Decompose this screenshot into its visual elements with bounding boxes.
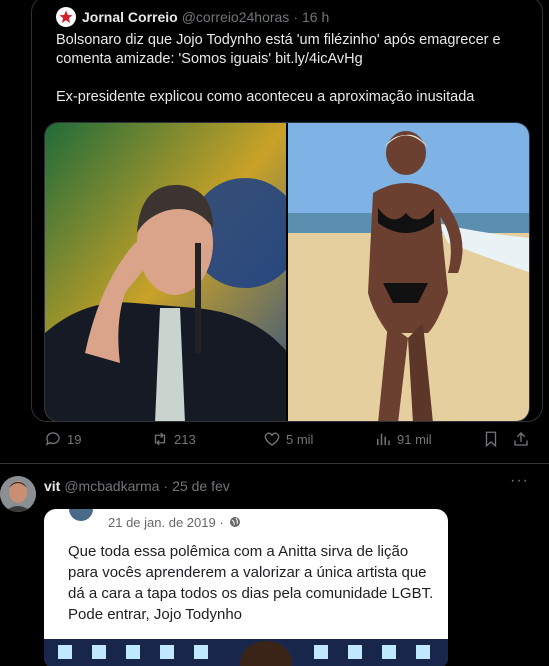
quoted-text-line3: Ex-presidente explicou como aconteceu a …: [56, 89, 475, 105]
like-count: 5 mil: [286, 431, 314, 447]
globe-icon: [230, 517, 241, 527]
heart-icon: [264, 432, 280, 446]
reply-post-header: vit @mcbadkarma · 25 de fev: [44, 478, 230, 494]
embedded-stage-image: [44, 639, 448, 666]
quoted-text-line1: Bolsonaro diz que Jojo Todynho está 'um …: [56, 32, 501, 48]
quoted-post-media[interactable]: [44, 122, 530, 422]
embedded-screenshot[interactable]: 21 de jan. de 2019 · Que toda essa polêm…: [44, 509, 448, 666]
bookmark-icon: [485, 431, 497, 448]
repost-icon: [154, 432, 166, 446]
post-action-bar: 19 213 5 mil 91 mil: [44, 430, 534, 454]
newspaper-logo-icon[interactable]: [56, 7, 76, 27]
quoted-post-header: Jornal Correio @correio24horas · 16 h: [56, 7, 329, 27]
embedded-post-text: Que toda essa polêmica com a Anitta sirv…: [68, 543, 434, 623]
quoted-author-handle: @correio24horas: [181, 9, 290, 25]
quoted-text-line2[interactable]: comenta amizade: 'Somos iguais' bit.ly/4…: [56, 51, 363, 67]
views-action[interactable]: 91 mil: [374, 430, 432, 448]
photo-woman-beach[interactable]: [288, 123, 529, 421]
embedded-post-date: 21 de jan. de 2019 ·: [108, 515, 241, 530]
bookmark-action[interactable]: [482, 430, 500, 448]
views-chart-icon: [377, 433, 390, 445]
separator-dot: ·: [293, 9, 298, 25]
avatar[interactable]: [0, 476, 36, 512]
more-options-icon[interactable]: ···: [510, 472, 529, 490]
reply-author-name[interactable]: vit: [44, 478, 60, 494]
reply-count: 19: [67, 431, 82, 447]
like-action[interactable]: 5 mil: [263, 430, 313, 448]
reply-author-handle[interactable]: @mcbadkarma: [64, 478, 159, 494]
reply-post[interactable]: vit @mcbadkarma · 25 de fev ··· 21 de ja…: [0, 464, 549, 666]
views-count: 91 mil: [397, 431, 432, 447]
reply-post-time[interactable]: 25 de fev: [172, 478, 230, 494]
share-action[interactable]: [512, 430, 530, 448]
embedded-date-text: 21 de jan. de 2019 ·: [108, 515, 224, 530]
quoted-post-card[interactable]: Jornal Correio @correio24horas · 16 h Bo…: [31, 0, 543, 422]
separator-dot: ·: [163, 478, 169, 494]
repost-count: 213: [174, 431, 196, 447]
quoted-author-name[interactable]: Jornal Correio: [82, 9, 178, 25]
quoted-post-text: Bolsonaro diz que Jojo Todynho está 'um …: [56, 31, 526, 126]
reply-icon: [45, 432, 60, 446]
reply-action[interactable]: 19: [44, 430, 81, 448]
photo-saluting-man[interactable]: [45, 123, 286, 421]
quoted-post-time[interactable]: 16 h: [302, 9, 329, 25]
repost-action[interactable]: 213: [151, 430, 196, 448]
profile-thumbnail: [69, 509, 93, 521]
share-icon: [514, 432, 528, 446]
